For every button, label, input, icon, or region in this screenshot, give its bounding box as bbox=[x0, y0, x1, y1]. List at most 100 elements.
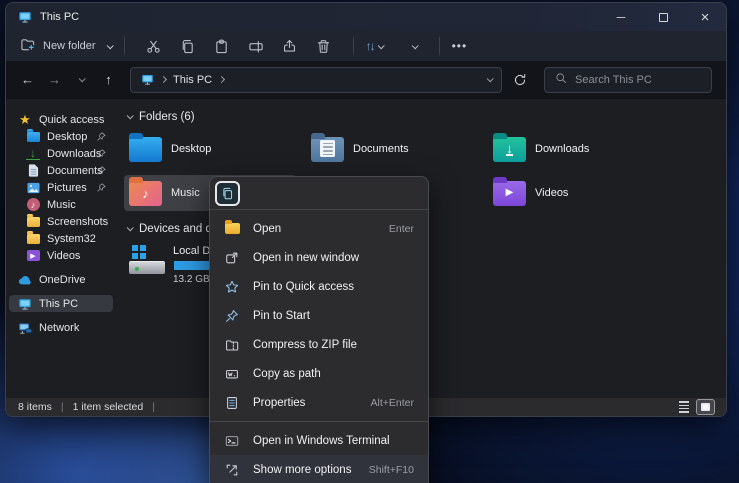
thumbnails-view-button[interactable] bbox=[697, 400, 714, 414]
sidebar-item-label: Videos bbox=[47, 250, 80, 262]
sidebar-item-music[interactable]: ♪ Music bbox=[9, 196, 113, 213]
sidebar-item-screenshots[interactable]: Screenshots bbox=[9, 213, 113, 230]
sidebar-item-label: This PC bbox=[39, 298, 78, 310]
folder-tile-desktop[interactable]: Desktop bbox=[124, 131, 296, 167]
toolbar-separator bbox=[439, 37, 440, 55]
rename-button[interactable] bbox=[239, 33, 273, 59]
menu-item-label: Copy as path bbox=[253, 368, 321, 380]
breadcrumb-chevron-icon bbox=[218, 76, 225, 83]
close-button[interactable]: × bbox=[684, 3, 726, 31]
share-icon bbox=[282, 39, 297, 54]
breadcrumb-chevron-icon bbox=[160, 76, 167, 83]
back-button[interactable]: ← bbox=[14, 66, 41, 93]
maximize-icon bbox=[659, 13, 668, 22]
address-bar[interactable]: This PC bbox=[130, 67, 502, 93]
share-button[interactable] bbox=[273, 33, 307, 59]
sidebar-item-this-pc[interactable]: This PC bbox=[9, 295, 113, 312]
paste-button[interactable] bbox=[205, 33, 239, 59]
menu-item-open-new-window[interactable]: Open in new window bbox=[210, 243, 428, 272]
menu-item-pin-start[interactable]: Pin to Start bbox=[210, 301, 428, 330]
scissors-icon bbox=[146, 39, 161, 54]
address-dropdown-chevron-icon[interactable] bbox=[487, 75, 494, 82]
forward-button[interactable]: → bbox=[41, 66, 68, 93]
star-icon: ★ bbox=[18, 113, 32, 127]
sidebar-item-network[interactable]: Network bbox=[9, 319, 113, 336]
menu-item-label: Open bbox=[253, 223, 281, 235]
maximize-button[interactable] bbox=[642, 3, 684, 31]
view-chevron-icon bbox=[411, 42, 418, 49]
new-folder-icon bbox=[20, 37, 36, 55]
menu-item-show-more-options[interactable]: Show more options Shift+F10 bbox=[210, 455, 428, 483]
music-note-icon: ♪ bbox=[26, 198, 40, 212]
pushpin-icon bbox=[224, 308, 240, 324]
menu-item-properties[interactable]: Properties Alt+Enter bbox=[210, 388, 428, 417]
menu-item-copy-as-path[interactable]: Copy as path bbox=[210, 359, 428, 388]
menu-shortcut: Alt+Enter bbox=[371, 397, 414, 409]
pin-icon bbox=[97, 132, 106, 144]
sidebar-item-desktop[interactable]: Desktop bbox=[9, 128, 113, 145]
sidebar-item-pictures[interactable]: Pictures bbox=[9, 179, 113, 196]
folder-tile-downloads[interactable]: ↓ Downloads bbox=[488, 131, 660, 167]
section-title: Devices and dri bbox=[139, 223, 218, 235]
copy-button[interactable] bbox=[171, 33, 205, 59]
toolbar-separator bbox=[353, 37, 354, 55]
copy-button[interactable] bbox=[215, 181, 240, 206]
videos-folder-icon: ▶ bbox=[493, 181, 526, 206]
sidebar-item-documents[interactable]: Documents bbox=[9, 162, 113, 179]
this-pc-monitor-icon bbox=[18, 297, 32, 311]
folder-name: Downloads bbox=[535, 143, 589, 155]
local-disk-icon bbox=[129, 244, 165, 278]
folder-tile-videos[interactable]: ▶ Videos bbox=[488, 175, 660, 211]
details-view-button[interactable] bbox=[675, 400, 692, 414]
folder-name: Desktop bbox=[171, 143, 211, 155]
sort-button[interactable]: ↑↓ bbox=[366, 39, 383, 53]
refresh-button[interactable] bbox=[506, 67, 534, 93]
desktop-wallpaper: { "window": { "title": "This PC" }, "gly… bbox=[0, 0, 739, 483]
pin-icon bbox=[97, 183, 106, 195]
up-button[interactable]: ↑ bbox=[95, 66, 122, 93]
status-divider: | bbox=[152, 401, 155, 413]
folder-icon bbox=[26, 232, 40, 246]
terminal-icon bbox=[224, 433, 240, 449]
view-button[interactable] bbox=[393, 37, 417, 56]
new-folder-label: New folder bbox=[43, 40, 96, 52]
recent-locations-button[interactable] bbox=[68, 66, 95, 93]
refresh-icon bbox=[513, 73, 527, 87]
folders-section-header[interactable]: Folders (6) bbox=[127, 109, 726, 124]
properties-icon bbox=[224, 395, 240, 411]
desktop-folder-icon bbox=[129, 137, 162, 162]
menu-item-open[interactable]: Open Enter bbox=[210, 214, 428, 243]
pin-icon bbox=[97, 149, 106, 161]
sidebar-item-quick-access[interactable]: ★ Quick access bbox=[9, 111, 113, 128]
menu-item-label: Open in new window bbox=[253, 252, 359, 264]
context-menu-items: Open Enter Open in new window Pin to Qui… bbox=[210, 210, 428, 483]
folder-tile-documents[interactable]: Documents bbox=[306, 131, 478, 167]
cloud-icon bbox=[18, 273, 32, 287]
folder-name: Documents bbox=[353, 143, 409, 155]
see-more-button[interactable]: ••• bbox=[452, 39, 468, 53]
sidebar-item-system32[interactable]: System32 bbox=[9, 230, 113, 247]
document-icon bbox=[26, 164, 40, 178]
cut-button[interactable] bbox=[137, 33, 171, 59]
sort-chevron-icon bbox=[377, 42, 384, 49]
sidebar-item-label: System32 bbox=[47, 233, 96, 245]
network-icon bbox=[18, 321, 32, 335]
zip-folder-icon bbox=[224, 337, 240, 353]
menu-item-open-windows-terminal[interactable]: Open in Windows Terminal bbox=[210, 426, 428, 455]
show-more-options-icon bbox=[224, 462, 240, 478]
delete-button[interactable] bbox=[307, 33, 341, 59]
toolbar-separator bbox=[124, 37, 125, 55]
menu-item-compress-zip[interactable]: Compress to ZIP file bbox=[210, 330, 428, 359]
sidebar-item-videos[interactable]: ▶ Videos bbox=[9, 247, 113, 264]
menu-item-label: Properties bbox=[253, 397, 305, 409]
breadcrumb-this-pc[interactable]: This PC bbox=[173, 74, 212, 86]
minimize-button[interactable]: ─ bbox=[600, 3, 642, 31]
search-box[interactable]: Search This PC bbox=[544, 67, 712, 93]
sidebar-item-onedrive[interactable]: OneDrive bbox=[9, 271, 113, 288]
new-folder-button[interactable]: New folder bbox=[20, 37, 112, 55]
menu-item-pin-quick-access[interactable]: Pin to Quick access bbox=[210, 272, 428, 301]
menu-shortcut: Shift+F10 bbox=[369, 464, 414, 476]
pin-icon bbox=[97, 166, 106, 178]
sidebar-item-downloads[interactable]: ↓ Downloads bbox=[9, 145, 113, 162]
context-menu-command-bar bbox=[210, 177, 428, 210]
